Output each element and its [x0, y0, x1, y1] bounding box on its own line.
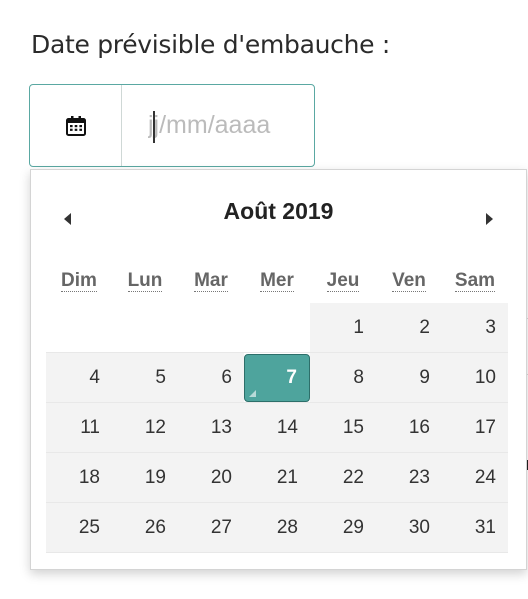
day-cell[interactable]: 30 — [376, 503, 442, 552]
text-cursor — [153, 111, 155, 143]
day-cell[interactable]: 23 — [376, 453, 442, 502]
date-input-group — [29, 84, 315, 167]
day-grid: 1 2 3 4 5 6 7 8 9 10 11 12 13 14 15 16 1… — [46, 303, 508, 553]
weekday-label: Lun — [127, 270, 163, 292]
day-cell[interactable]: 19 — [112, 453, 178, 502]
week-row: 1 2 3 — [46, 303, 508, 353]
month-title[interactable]: Août 2019 — [31, 198, 526, 225]
day-cell[interactable]: 3 — [442, 303, 508, 352]
day-cell[interactable]: 12 — [112, 403, 178, 452]
week-row: 25 26 27 28 29 30 31 — [46, 503, 508, 553]
weekday-label: Sam — [454, 270, 496, 292]
weekday-label: Mer — [260, 270, 294, 292]
day-cell-empty — [178, 303, 244, 352]
weekday-header: Dim Lun Mar Mer Jeu Ven Sam — [46, 270, 508, 296]
day-cell[interactable]: 2 — [376, 303, 442, 352]
weekday-label: Mar — [194, 270, 228, 292]
day-cell-empty — [244, 303, 310, 352]
calendar-button[interactable] — [30, 85, 122, 166]
day-cell[interactable]: 14 — [244, 403, 310, 452]
week-row: 18 19 20 21 22 23 24 — [46, 453, 508, 503]
day-cell[interactable]: 1 — [310, 303, 376, 352]
week-row: 4 5 6 7 8 9 10 — [46, 353, 508, 403]
datepicker-header: Août 2019 — [31, 198, 526, 232]
day-cell[interactable]: 25 — [46, 503, 112, 552]
day-cell[interactable]: 20 — [178, 453, 244, 502]
day-cell[interactable]: 4 — [46, 353, 112, 402]
day-cell[interactable]: 13 — [178, 403, 244, 452]
date-input[interactable] — [122, 85, 314, 166]
datepicker-popup: Août 2019 Dim Lun Mar Mer Jeu Ven Sam 1 … — [30, 169, 527, 570]
triangle-right-icon — [486, 213, 493, 225]
day-cell[interactable]: 6 — [178, 353, 244, 402]
next-month-button[interactable] — [474, 204, 504, 234]
calendar-icon — [65, 115, 86, 136]
week-row: 11 12 13 14 15 16 17 — [46, 403, 508, 453]
day-cell[interactable]: 24 — [442, 453, 508, 502]
day-cell[interactable]: 11 — [46, 403, 112, 452]
day-cell[interactable]: 31 — [442, 503, 508, 552]
weekday-label: Ven — [392, 270, 426, 292]
weekday-label: Dim — [61, 270, 97, 292]
day-cell[interactable]: 26 — [112, 503, 178, 552]
day-cell-empty — [112, 303, 178, 352]
hire-date-label: Date prévisible d'embauche : — [31, 30, 390, 59]
weekday-label: Jeu — [326, 270, 360, 292]
day-cell[interactable]: 18 — [46, 453, 112, 502]
day-cell[interactable]: 22 — [310, 453, 376, 502]
day-cell[interactable]: 29 — [310, 503, 376, 552]
day-cell[interactable]: 21 — [244, 453, 310, 502]
day-cell[interactable]: 27 — [178, 503, 244, 552]
day-cell-empty — [46, 303, 112, 352]
day-cell[interactable]: 17 — [442, 403, 508, 452]
day-cell[interactable]: 8 — [310, 353, 376, 402]
day-cell[interactable]: 5 — [112, 353, 178, 402]
day-cell[interactable]: 15 — [310, 403, 376, 452]
day-cell[interactable]: 10 — [442, 353, 508, 402]
day-cell-selected[interactable]: 7 — [244, 354, 310, 402]
day-cell[interactable]: 16 — [376, 403, 442, 452]
day-cell[interactable]: 9 — [376, 353, 442, 402]
day-cell[interactable]: 28 — [244, 503, 310, 552]
